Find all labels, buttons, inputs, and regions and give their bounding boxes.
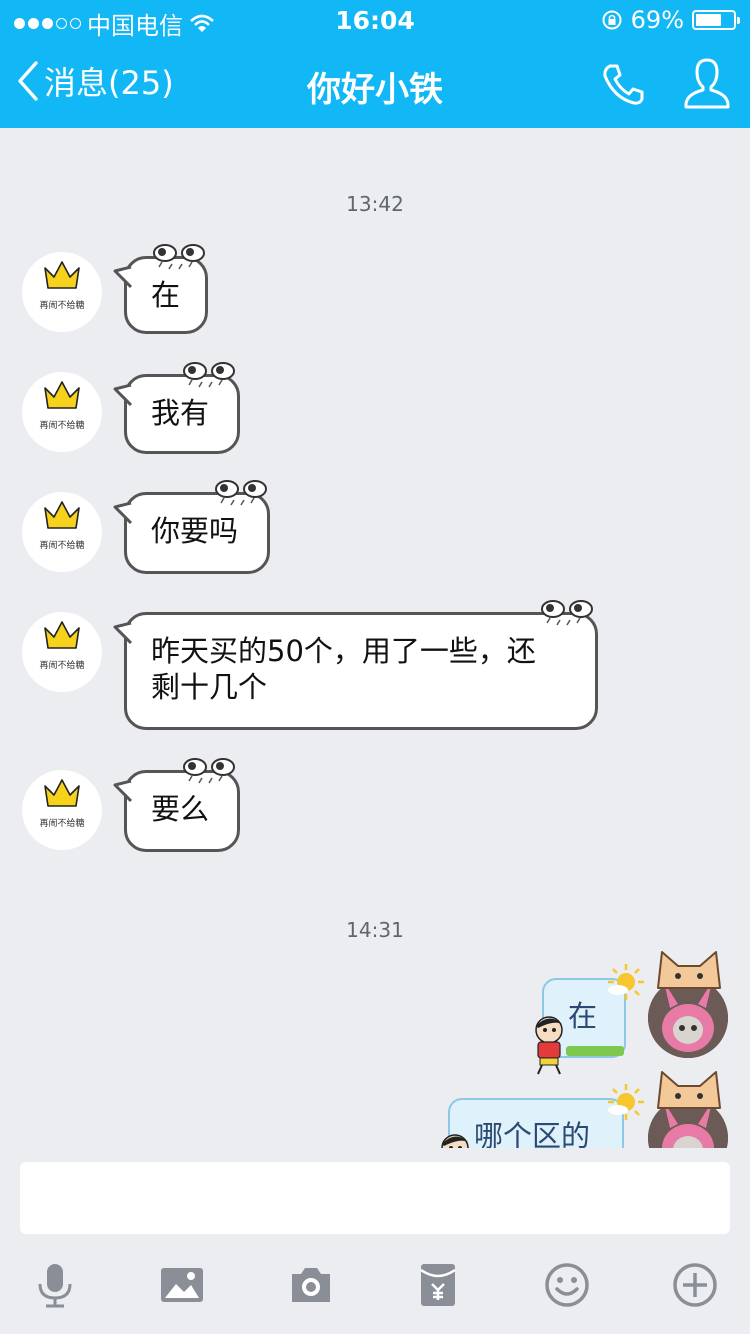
cartoon-boy-sticker (535, 1016, 563, 1075)
contact-avatar[interactable]: 再闹不给糖 (22, 612, 102, 692)
message-text-line: 昨天买的50个，用了一些，还 (151, 634, 536, 668)
cat-ears-decoration (657, 951, 721, 989)
contact-avatar[interactable]: 再闹不给糖 (22, 770, 102, 850)
red-packet-icon[interactable] (413, 1260, 463, 1310)
contact-avatar[interactable]: 再闹不给糖 (22, 252, 102, 332)
bubble-tail (113, 501, 133, 525)
cartoon-eyes-decoration (541, 600, 593, 626)
status-bar: 中国电信 16:04 69% (0, 0, 750, 40)
bubble-tail (113, 265, 133, 289)
incoming-message-bubble[interactable]: 要么 (113, 758, 240, 852)
message-text: 在 (151, 278, 181, 312)
crown-icon (44, 381, 80, 409)
crown-icon (44, 501, 80, 529)
phone-call-icon[interactable] (600, 60, 648, 108)
incoming-message-bubble[interactable]: 我有 (113, 362, 240, 454)
message-text: 哪个区的 (474, 1119, 591, 1148)
incoming-message-bubble[interactable]: 昨天买的50个，用了一些，还 剩十几个 (113, 600, 598, 730)
navigation-bar: 消息(25) 你好小铁 (0, 40, 750, 128)
chat-area[interactable]: 13:42 再闹不给糖 在 再闹不给糖 我有 再闹不给糖 你要吗 再闹不给糖 昨… (0, 128, 750, 1148)
crown-icon (44, 779, 80, 807)
microphone-icon[interactable] (30, 1260, 80, 1310)
camera-icon[interactable] (286, 1260, 336, 1310)
top-header: 中国电信 16:04 69% 消息(25) 你好小铁 (0, 0, 750, 128)
image-icon[interactable] (157, 1260, 207, 1310)
status-right: 69% (601, 6, 740, 34)
avatar-caption: 再闹不给糖 (39, 421, 85, 431)
avatar-caption: 再闹不给糖 (39, 301, 85, 311)
emoji-icon[interactable] (542, 1260, 592, 1310)
bubble-tail (113, 779, 133, 803)
timestamp: 14:31 (346, 918, 404, 942)
timestamp: 13:42 (346, 192, 404, 216)
cat-ears-decoration (657, 1071, 721, 1109)
crown-icon (44, 621, 80, 649)
incoming-message-bubble[interactable]: 你要吗 (113, 480, 270, 574)
crown-icon (44, 261, 80, 289)
cartoon-eyes-decoration (215, 480, 267, 506)
avatar-caption: 再闹不给糖 (39, 819, 85, 829)
bubble-tail (113, 621, 133, 645)
avatar-caption: 再闹不给糖 (39, 541, 85, 551)
message-text: 要么 (151, 792, 210, 826)
battery-icon (692, 10, 740, 30)
message-text: 我有 (151, 396, 210, 430)
sun-decoration-icon (608, 1084, 644, 1120)
incoming-message-bubble[interactable]: 在 (113, 244, 208, 334)
bubble-tail (113, 383, 133, 407)
message-text: 你要吗 (151, 514, 239, 548)
input-toolbar (0, 1234, 750, 1334)
battery-percent: 69% (630, 6, 684, 34)
avatar-caption: 再闹不给糖 (39, 661, 85, 671)
cartoon-boy-sticker (441, 1134, 469, 1148)
contact-profile-icon[interactable] (682, 56, 732, 112)
cartoon-eyes-decoration (183, 758, 235, 784)
message-input[interactable] (20, 1162, 730, 1234)
grass-decoration (566, 1046, 624, 1056)
rotation-lock-icon (602, 10, 622, 30)
sun-decoration-icon (608, 964, 644, 1000)
cartoon-eyes-decoration (183, 362, 235, 388)
cartoon-eyes-decoration (153, 244, 205, 270)
plus-icon[interactable] (670, 1260, 720, 1310)
contact-avatar[interactable]: 再闹不给糖 (22, 372, 102, 452)
message-text-line: 剩十几个 (151, 670, 268, 704)
battery-fill (696, 14, 721, 26)
contact-avatar[interactable]: 再闹不给糖 (22, 492, 102, 572)
